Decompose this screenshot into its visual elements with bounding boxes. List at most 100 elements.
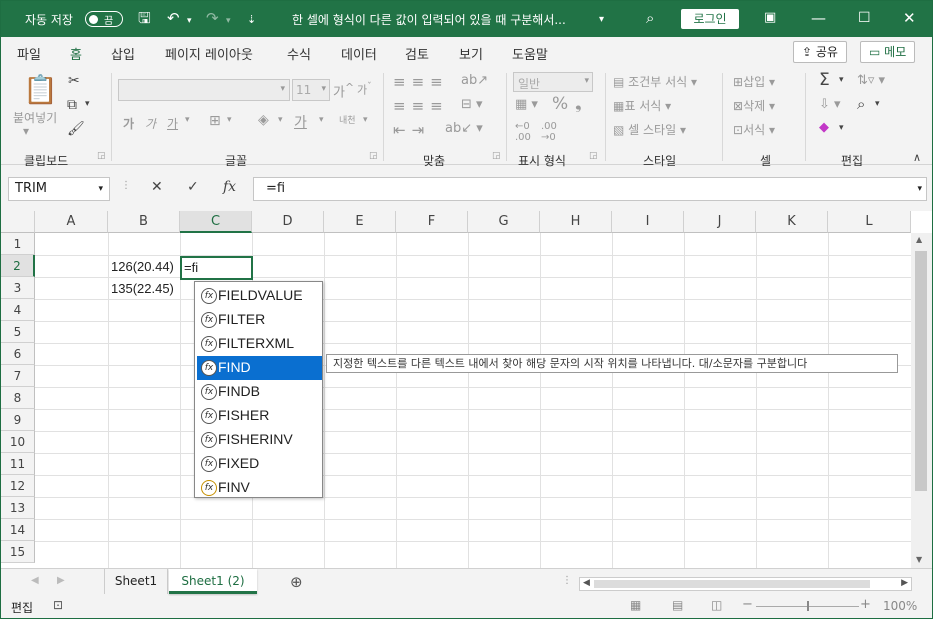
tab-splitter-icon[interactable]: ⋮ (562, 575, 572, 586)
font-color-dropdown-icon[interactable]: ▾ (319, 115, 324, 125)
autosave-toggle[interactable]: 끔 (85, 11, 123, 27)
col-header-b[interactable]: B (108, 211, 180, 233)
autocomplete-item[interactable]: fx FISHERINV (197, 428, 322, 452)
tab-page-layout[interactable]: 페이지 레이아웃 (165, 44, 253, 63)
autocomplete-item[interactable]: fx FINDB (197, 380, 322, 404)
italic-icon[interactable]: 가 (145, 115, 156, 132)
memo-button[interactable]: ▭ 메모 (860, 41, 916, 63)
zoom-slider-thumb[interactable] (807, 601, 809, 611)
percent-icon[interactable]: % (552, 94, 568, 114)
share-button[interactable]: ⇪ 공유 (793, 41, 847, 63)
sort-filter-icon[interactable]: ⇅▿ ▾ (857, 73, 885, 88)
tab-file[interactable]: 파일 (17, 44, 41, 63)
bold-icon[interactable]: 가 (123, 115, 134, 132)
prev-sheet-icon[interactable]: ◀ (31, 575, 39, 586)
sheet-tab-sheet1[interactable]: Sheet1 (104, 569, 168, 594)
row-header[interactable]: 9 (1, 409, 35, 431)
fill-icon[interactable]: ⇩ ▾ (819, 97, 841, 112)
redo-dropdown-icon[interactable]: ▾ (226, 12, 231, 30)
row-header[interactable]: 6 (1, 343, 35, 365)
row-header[interactable]: 7 (1, 365, 35, 387)
vertical-align-icons[interactable]: ≡≡≡ (393, 73, 449, 91)
clear-dropdown-icon[interactable]: ▾ (839, 123, 844, 133)
clipboard-launcher-icon[interactable]: ◲ (97, 151, 106, 161)
orientation-icon[interactable]: ab↗ (461, 73, 488, 88)
vertical-scrollbar[interactable]: ▲ ▼ (911, 233, 932, 568)
row-header[interactable]: 8 (1, 387, 35, 409)
decrease-decimal-icon[interactable]: .00 →0 (541, 121, 557, 143)
name-box[interactable]: TRIM ▾ (8, 177, 110, 201)
expand-formula-icon[interactable]: ▾ (917, 178, 922, 200)
scroll-up-icon[interactable]: ▲ (916, 235, 922, 244)
col-header-e[interactable]: E (324, 211, 396, 233)
tab-home[interactable]: 홈 (68, 44, 84, 70)
search-icon[interactable]: ⌕ (646, 9, 654, 27)
vertical-scroll-thumb[interactable] (915, 251, 927, 491)
col-header-i[interactable]: I (612, 211, 684, 233)
autocomplete-item[interactable]: fx FINV (197, 476, 322, 500)
col-header-c[interactable]: C (180, 211, 252, 233)
copy-dropdown-icon[interactable]: ▾ (85, 99, 90, 109)
next-sheet-icon[interactable]: ▶ (57, 575, 65, 586)
tab-insert[interactable]: 삽입 (111, 44, 135, 63)
enter-icon[interactable]: ✓ (187, 179, 199, 195)
customize-qat-icon[interactable]: ⇣ (247, 11, 256, 29)
border-icon[interactable]: ⊞ (209, 113, 221, 129)
underline-dropdown-icon[interactable]: ▾ (185, 115, 190, 125)
font-launcher-icon[interactable]: ◲ (369, 151, 378, 161)
font-name-select[interactable]: ▾ (118, 79, 290, 101)
col-header-j[interactable]: J (684, 211, 756, 233)
comma-icon[interactable]: ❟ (575, 94, 582, 114)
tab-help[interactable]: 도움말 (512, 44, 548, 63)
row-header[interactable]: 14 (1, 519, 35, 541)
zoom-in-icon[interactable]: + (860, 597, 871, 612)
text-direction-icon[interactable]: ab↙ ▾ (445, 121, 483, 136)
row-header[interactable]: 3 (1, 277, 35, 299)
row-header[interactable]: 13 (1, 497, 35, 519)
maximize-icon[interactable]: ☐ (858, 9, 871, 27)
number-launcher-icon[interactable]: ◲ (589, 151, 598, 161)
delete-cells-button[interactable]: ⊠삭제 ▾ (733, 97, 775, 114)
active-cell-c2[interactable]: =fi (180, 256, 253, 280)
autocomplete-item[interactable]: fx FIXED (197, 452, 322, 476)
autocomplete-item[interactable]: fx FIELDVALUE (197, 284, 322, 308)
font-color-icon[interactable]: 가 (294, 112, 307, 132)
horizontal-align-icons[interactable]: ≡≡≡ (393, 97, 449, 115)
row-header[interactable]: 5 (1, 321, 35, 343)
tab-data[interactable]: 데이터 (341, 44, 377, 63)
ribbon-display-icon[interactable]: ▣ (764, 9, 776, 27)
underline-icon[interactable]: 가 (167, 115, 178, 132)
number-format-select[interactable]: 일반 ▾ (513, 72, 593, 92)
cancel-icon[interactable]: ✕ (151, 179, 163, 195)
fill-color-icon[interactable]: ◈ (258, 112, 269, 128)
collapse-ribbon-icon[interactable]: ∧ (913, 151, 921, 164)
phonetic-dropdown-icon[interactable]: ▾ (363, 115, 368, 125)
find-select-icon[interactable]: ⌕ (857, 95, 865, 113)
paste-icon[interactable]: 📋 (23, 73, 58, 106)
col-header-l[interactable]: L (828, 211, 911, 233)
tab-review[interactable]: 검토 (405, 44, 429, 63)
col-header-d[interactable]: D (252, 211, 324, 233)
col-header-f[interactable]: F (396, 211, 468, 233)
fill-dropdown-icon[interactable]: ▾ (278, 115, 283, 125)
col-header-h[interactable]: H (540, 211, 612, 233)
tab-view[interactable]: 보기 (459, 44, 483, 63)
border-dropdown-icon[interactable]: ▾ (227, 115, 232, 125)
close-icon[interactable]: ✕ (903, 9, 916, 27)
scroll-down-icon[interactable]: ▼ (916, 555, 922, 564)
cell-b3[interactable]: 135(22.45) (111, 278, 174, 300)
font-shrink-icon[interactable]: 가ˇ (357, 81, 372, 98)
indent-icons[interactable]: ⇤⇥ (393, 121, 430, 139)
scroll-right-icon[interactable]: ▶ (901, 578, 908, 588)
autocomplete-item[interactable]: fx FISHER (197, 404, 322, 428)
cell-b2[interactable]: 126(20.44) (111, 256, 174, 278)
font-grow-icon[interactable]: 가^ (333, 81, 354, 100)
row-header[interactable]: 4 (1, 299, 35, 321)
paste-label[interactable]: 붙여넣기 (13, 109, 57, 126)
font-size-select[interactable]: 11 ▾ (292, 79, 330, 101)
macro-record-icon[interactable]: ⊡ (53, 598, 63, 612)
row-header[interactable]: 1 (1, 233, 35, 255)
col-header-k[interactable]: K (756, 211, 828, 233)
worksheet-grid[interactable]: A B C D E F G H I J K L 1 2 3 4 5 6 7 8 … (1, 211, 932, 568)
col-header-a[interactable]: A (35, 211, 108, 233)
